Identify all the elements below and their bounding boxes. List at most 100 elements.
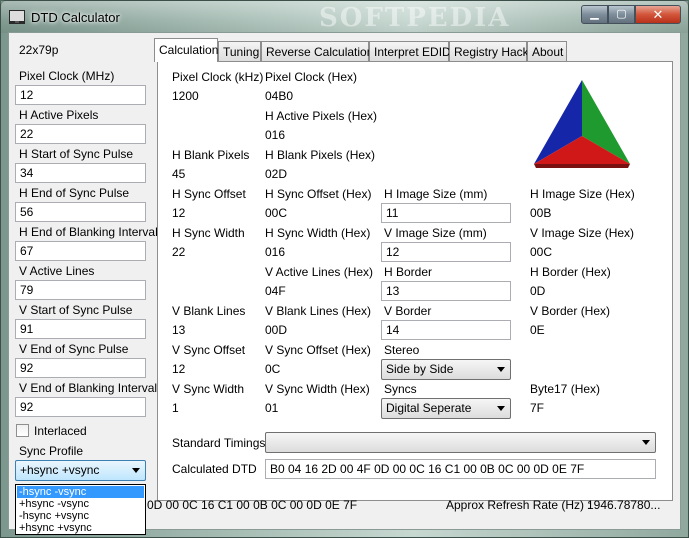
h-sync-width-label: H Sync Width	[172, 226, 245, 240]
v-blank-hex-label: V Blank Lines (Hex)	[265, 304, 372, 318]
pixel-clock-khz-value: 1200	[172, 89, 199, 103]
tab-calculation[interactable]: Calculation	[154, 38, 218, 62]
tab-tuning[interactable]: Tuning	[218, 41, 261, 61]
v-border-input[interactable]: 14	[381, 320, 511, 340]
h-sync-width-hex-label: H Sync Width (Hex)	[265, 226, 371, 240]
h-image-hex-label: H Image Size (Hex)	[530, 187, 635, 201]
chevron-down-icon	[497, 406, 505, 411]
watermark-text: SOFTPEDIA	[319, 3, 511, 33]
standard-timings-combo[interactable]	[265, 432, 656, 453]
h-sync-offset-hex-value: 00C	[265, 206, 288, 220]
interlaced-checkbox[interactable]	[16, 424, 29, 437]
h-image-mm-input[interactable]: 11	[381, 203, 511, 223]
stereo-value: Side by Side	[386, 362, 454, 376]
v-sync-width-label: V Sync Width	[172, 382, 245, 396]
tab-registry-hack[interactable]: Registry Hack	[449, 41, 529, 61]
h-sync-offset-label: H Sync Offset	[172, 187, 246, 201]
v-sync-width-value: 1	[172, 401, 179, 415]
syncs-label: Syncs	[384, 382, 417, 396]
byte17-label: Byte17 (Hex)	[530, 382, 601, 396]
pixel-clock-hex-label: Pixel Clock (Hex)	[265, 70, 358, 84]
tab-interpret-edid[interactable]: Interpret EDID	[369, 41, 451, 61]
standard-timings-label: Standard Timings	[172, 436, 266, 450]
calculated-dtd-label: Calculated DTD	[172, 462, 257, 476]
field-label: H Active Pixels	[19, 108, 99, 122]
sync-profile-combo[interactable]: +hsync +vsync	[15, 460, 146, 481]
chevron-down-icon	[132, 468, 140, 473]
h-image-mm-label: H Image Size (mm)	[384, 187, 488, 201]
close-button[interactable]: ✕	[635, 5, 681, 24]
h-blank-value: 45	[172, 167, 186, 181]
pixel-clock-hex-value: 04B0	[265, 89, 294, 103]
field-label: V Start of Sync Pulse	[19, 303, 133, 317]
field-input[interactable]: 79	[15, 280, 146, 300]
calculated-dtd-field[interactable]: B0 04 16 2D 00 4F 0D 00 0C 16 C1 00 0B 0…	[265, 459, 656, 479]
field-label: H End of Sync Pulse	[19, 186, 130, 200]
v-border-label: V Border	[384, 304, 432, 318]
syncs-combo[interactable]: Digital Seperate	[381, 398, 511, 419]
sync-profile-label: Sync Profile	[19, 444, 84, 458]
dropdown-option[interactable]: -hsync +vsync	[17, 510, 144, 522]
h-blank-hex-value: 02D	[265, 167, 288, 181]
dropdown-option[interactable]: -hsync -vsync	[17, 486, 144, 498]
stereo-combo[interactable]: Side by Side	[381, 359, 511, 380]
calculation-panel: Pixel Clock (kHz) 1200 Pixel Clock (Hex)…	[157, 61, 673, 501]
v-image-hex-value: 00C	[530, 245, 553, 259]
field-label: V End of Blanking Interval	[19, 381, 158, 395]
h-sync-width-value: 22	[172, 245, 186, 259]
v-sync-offset-label: V Sync Offset	[172, 343, 246, 357]
h-sync-width-hex-value: 016	[265, 245, 286, 259]
resolution-label: 22x79p	[19, 43, 59, 57]
v-image-mm-label: V Image Size (mm)	[384, 226, 487, 240]
triangle-logo-icon	[534, 80, 630, 168]
field-input[interactable]: 34	[15, 163, 146, 183]
v-sync-offset-hex-value: 0C	[265, 362, 281, 376]
h-image-hex-value: 00B	[530, 206, 552, 220]
chevron-down-icon	[642, 440, 650, 445]
field-label: V End of Sync Pulse	[19, 342, 129, 356]
dropdown-option[interactable]: +hsync +vsync	[17, 522, 144, 534]
dropdown-option[interactable]: +hsync -vsync	[17, 498, 144, 510]
v-image-mm-input[interactable]: 12	[381, 242, 511, 262]
v-sync-offset-hex-label: V Sync Offset (Hex)	[265, 343, 371, 357]
sync-profile-dropdown[interactable]: -hsync -vsync +hsync -vsync -hsync +vsyn…	[15, 484, 146, 535]
field-label: V Active Lines	[19, 264, 95, 278]
v-image-hex-label: V Image Size (Hex)	[530, 226, 635, 240]
chevron-down-icon	[497, 367, 505, 372]
v-sync-offset-value: 12	[172, 362, 186, 376]
h-border-input[interactable]: 13	[381, 281, 511, 301]
v-active-hex-label: V Active Lines (Hex)	[265, 265, 374, 279]
field-label: H Start of Sync Pulse	[19, 147, 134, 161]
h-blank-hex-label: H Blank Pixels (Hex)	[265, 148, 376, 162]
h-border-hex-label: H Border (Hex)	[530, 265, 611, 279]
v-active-hex-value: 04F	[265, 284, 286, 298]
h-active-hex-value: 016	[265, 128, 286, 142]
maximize-button[interactable]: ▢	[608, 5, 635, 24]
window-title: DTD Calculator	[31, 10, 120, 25]
stereo-label: Stereo	[384, 343, 420, 357]
h-active-hex-label: H Active Pixels (Hex)	[265, 109, 378, 123]
field-input[interactable]: 12	[15, 85, 146, 105]
tab-reverse-calculation[interactable]: Reverse Calculation	[261, 41, 373, 61]
field-input[interactable]: 91	[15, 319, 146, 339]
minimize-button[interactable]: ▁	[581, 5, 608, 24]
v-blank-label: V Blank Lines	[172, 304, 246, 318]
v-blank-value: 13	[172, 323, 186, 337]
client-area: 22x79p Pixel Clock (MHz) 12 H Active Pixel…	[8, 32, 681, 535]
title-bar[interactable]: DTD Calculator SOFTPEDIA ▁ ▢ ✕	[1, 1, 688, 33]
field-input[interactable]: 92	[15, 397, 146, 417]
app-icon	[9, 10, 25, 24]
byte17-value: 7F	[530, 401, 545, 415]
v-border-hex-value: 0E	[530, 323, 545, 337]
h-sync-offset-hex-label: H Sync Offset (Hex)	[265, 187, 372, 201]
v-border-hex-label: V Border (Hex)	[530, 304, 611, 318]
tab-about[interactable]: About	[527, 41, 567, 61]
h-sync-offset-value: 12	[172, 206, 186, 220]
h-border-hex-value: 0D	[530, 284, 546, 298]
v-blank-hex-value: 00D	[265, 323, 288, 337]
field-input[interactable]: 92	[15, 358, 146, 378]
field-input[interactable]: 22	[15, 124, 146, 144]
field-input[interactable]: 56	[15, 202, 146, 222]
syncs-value: Digital Seperate	[386, 401, 472, 415]
field-input[interactable]: 67	[15, 241, 146, 261]
